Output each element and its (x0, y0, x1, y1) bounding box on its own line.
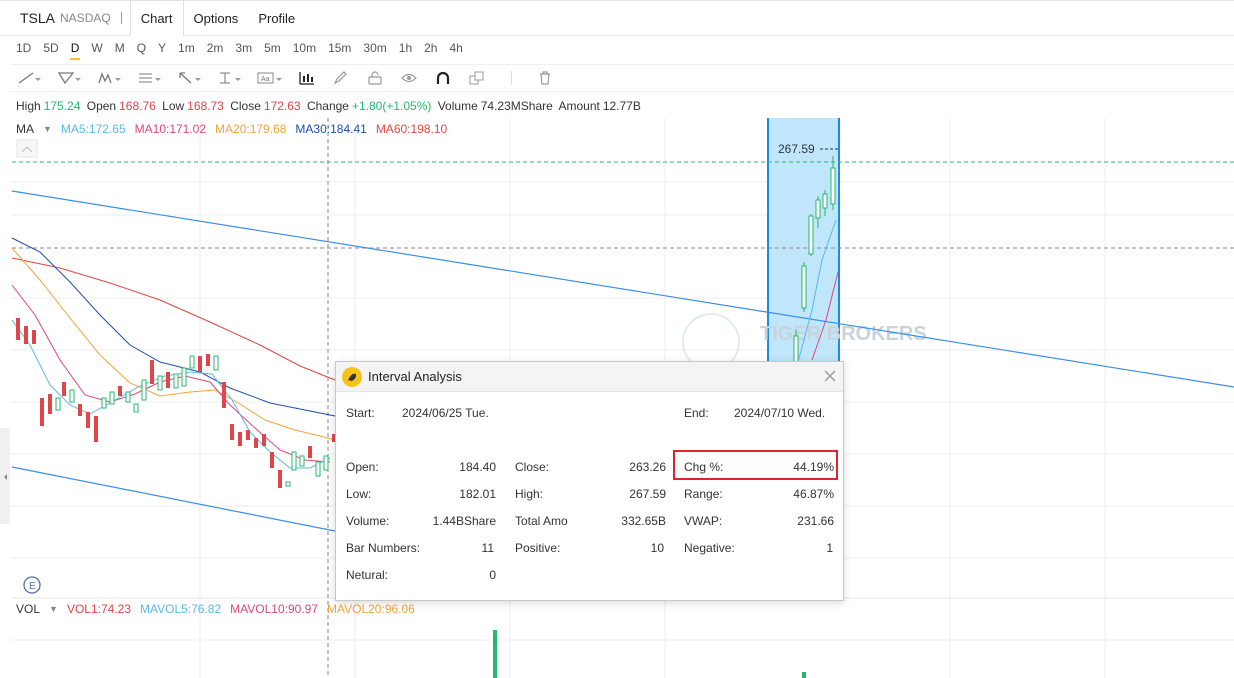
candles-left (16, 318, 336, 488)
dropdown-arrow-icon[interactable]: ▼ (43, 122, 52, 136)
ma10-line (11, 284, 331, 463)
amount-label: Total Amo (515, 514, 568, 528)
ma10-value: MA10:171.02 (134, 122, 207, 136)
low-label: Low: (346, 487, 372, 501)
negative-value: 1 (826, 541, 833, 555)
bar-numbers-value: 11 (481, 541, 494, 555)
ma30-line (11, 237, 336, 417)
open-label: Open: (346, 460, 379, 474)
volume-bar (493, 630, 497, 678)
dialog-title: Interval Analysis (368, 369, 462, 384)
open-value: 184.40 (459, 460, 496, 474)
start-value: 2024/06/25 Tue. (402, 406, 489, 420)
close-icon[interactable] (823, 369, 837, 383)
end-value: 2024/07/10 Wed. (734, 406, 826, 420)
vwap-label: VWAP: (684, 514, 723, 528)
trendline-upper (11, 190, 1234, 388)
mavol10-value: MAVOL10:90.97 (230, 602, 319, 616)
ma30-value: MA30:184.41 (295, 122, 367, 136)
ma-label[interactable]: MA (16, 122, 34, 136)
max-price-label: 267.59 (778, 142, 815, 156)
volume-label: Volume: (346, 514, 390, 528)
mavol5-value: MAVOL5:76.82 (140, 602, 222, 616)
positive-value: 10 (650, 541, 664, 555)
ma60-line (11, 257, 336, 381)
ma5-value: MA5:172.65 (60, 122, 126, 136)
close-value: 263.26 (629, 460, 666, 474)
end-label: End: (684, 406, 709, 420)
neutral-value: 0 (489, 568, 496, 582)
range-label: Range: (684, 487, 723, 501)
ma60-value: MA60:198.10 (375, 122, 448, 136)
positive-label: Positive: (515, 541, 561, 555)
trendline-lower (11, 466, 341, 533)
bar-numbers-label: Bar Numbers: (346, 541, 421, 555)
amount-value: 332.65B (621, 514, 666, 528)
high-label: High: (515, 487, 544, 501)
event-marker-label[interactable]: E (29, 581, 36, 592)
vol-label[interactable]: VOL (16, 602, 40, 616)
high-value: 267.59 (629, 487, 666, 501)
dropdown-arrow-icon[interactable]: ▼ (49, 602, 58, 616)
dialog-header[interactable]: Interval Analysis (336, 362, 843, 392)
negative-label: Negative: (684, 541, 735, 555)
ma20-line (11, 247, 336, 441)
neutral-label: Netural: (346, 568, 389, 582)
low-value: 182.01 (459, 487, 496, 501)
start-label: Start: (346, 406, 375, 420)
tiger-logo-icon (342, 366, 362, 387)
volume-bar (802, 672, 806, 678)
vwap-value: 231.66 (797, 514, 834, 528)
vol1-value: VOL1:74.23 (66, 602, 131, 616)
chg-highlight-box (673, 450, 838, 480)
vol-legend: VOL ▼ VOL1:74.23 MAVOL5:76.82 MAVOL10:90… (16, 602, 415, 616)
mavol20-value: MAVOL20:96.06 (327, 602, 415, 616)
ma20-value: MA20:179.68 (215, 122, 287, 136)
ma5-line (11, 319, 331, 469)
range-value: 46.87% (793, 487, 834, 501)
ma-legend: MA ▼ MA5:172.65 MA10:171.02 MA20:179.68 … (16, 122, 447, 136)
close-label: Close: (515, 460, 550, 474)
collapse-button (16, 139, 38, 158)
interval-analysis-dialog[interactable]: Interval Analysis Start: 2024/06/25 Tue.… (335, 361, 844, 601)
volume-value: 1.44BShare (432, 514, 496, 528)
